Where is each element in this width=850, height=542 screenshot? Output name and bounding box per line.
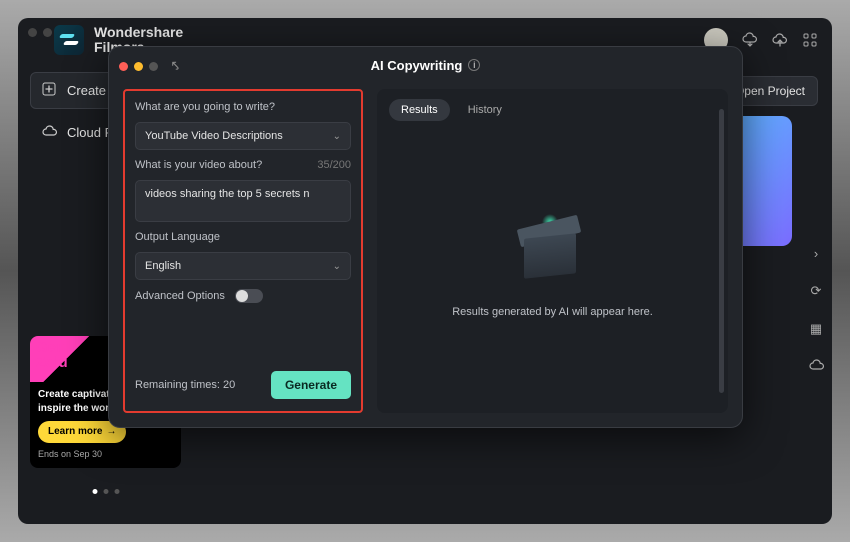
char-count: 35/200 <box>317 159 351 171</box>
info-icon[interactable]: i <box>468 59 480 71</box>
empty-state-text: Results generated by AI will appear here… <box>452 306 653 318</box>
tab-history[interactable]: History <box>456 99 514 121</box>
cloud-download-icon[interactable] <box>742 32 758 48</box>
input-panel: What are you going to write? YouTube Vid… <box>123 89 363 413</box>
about-textarea[interactable] <box>135 180 351 222</box>
rail-next-icon[interactable]: › <box>814 246 818 261</box>
traffic-close[interactable] <box>28 28 37 37</box>
cloud-sync-icon[interactable] <box>809 359 824 374</box>
refresh-icon[interactable]: ⟳ <box>811 283 822 299</box>
modal-min-icon[interactable] <box>134 62 143 71</box>
advanced-toggle[interactable] <box>235 289 263 303</box>
pin-icon[interactable]: ⤣ <box>172 59 179 74</box>
q-about-label: What is your video about? <box>135 159 262 171</box>
ai-copywriting-modal: ⤣ AI Copywriting i What are you going to… <box>108 46 743 428</box>
language-select[interactable]: English ⌄ <box>135 252 351 280</box>
pager-dot[interactable] <box>114 489 119 494</box>
pager-dot[interactable] <box>103 489 108 494</box>
modal-close-icon[interactable] <box>119 62 128 71</box>
scrollbar[interactable] <box>719 109 724 393</box>
promo-pager <box>92 489 119 494</box>
tab-results[interactable]: Results <box>389 99 450 121</box>
pager-dot[interactable] <box>92 489 97 494</box>
generate-button[interactable]: Generate <box>271 371 351 399</box>
grid-view-icon[interactable]: ▦ <box>810 321 822 337</box>
remaining-times: Remaining times: 20 <box>135 379 235 391</box>
cloud-icon <box>41 125 57 140</box>
app-logo-icon <box>54 25 84 55</box>
traffic-min[interactable] <box>43 28 52 37</box>
results-panel: Results History Results generated by AI … <box>377 89 728 413</box>
chevron-down-icon: ⌄ <box>333 261 341 272</box>
modal-max-icon[interactable] <box>149 62 158 71</box>
advanced-label: Advanced Options <box>135 290 225 302</box>
empty-box-icon <box>508 214 598 284</box>
q-write-label: What are you going to write? <box>135 101 351 113</box>
arrow-right-icon: → <box>106 425 116 439</box>
brand-line1: Wondershare <box>94 25 183 40</box>
write-type-select[interactable]: YouTube Video Descriptions ⌄ <box>135 122 351 150</box>
modal-title: AI Copywriting <box>371 58 463 73</box>
apps-grid-icon[interactable] <box>802 32 818 48</box>
promo-ends: Ends on Sep 30 <box>38 448 173 460</box>
plus-box-icon <box>41 82 57 99</box>
lang-label: Output Language <box>135 231 351 243</box>
chevron-down-icon: ⌄ <box>333 131 341 142</box>
cloud-upload-icon[interactable] <box>772 32 788 48</box>
